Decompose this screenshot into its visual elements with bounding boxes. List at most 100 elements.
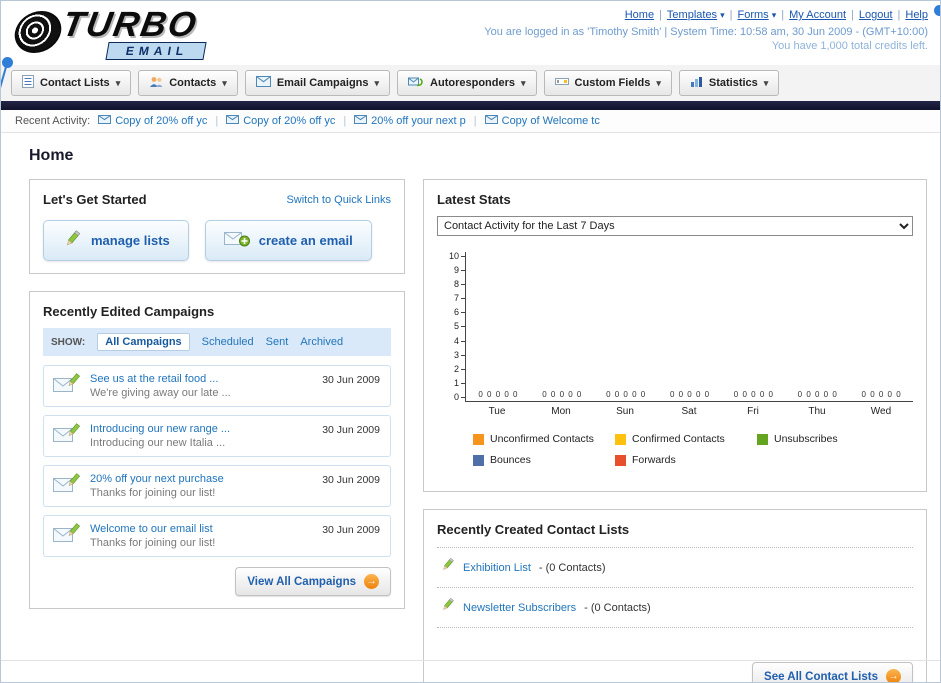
latest-stats-panel: Latest Stats Contact Activity for the La…	[423, 179, 927, 492]
chart-bar-group: 0 0 0 0 0	[542, 390, 582, 399]
recent-activity-item[interactable]: Copy of 20% off yc	[226, 115, 335, 127]
chevron-down-icon: ▾	[374, 77, 380, 88]
y-axis-tick: 3	[441, 350, 465, 360]
chevron-down-icon: ▾	[115, 77, 121, 88]
chart-x-label: Sun	[616, 406, 634, 417]
recent-activity-item[interactable]: Copy of 20% off yc	[98, 115, 207, 127]
recent-activity-link[interactable]: Copy of Welcome tc	[502, 115, 600, 127]
contact-list-item[interactable]: Exhibition List - (0 Contacts)	[437, 547, 913, 587]
pencil-icon	[439, 557, 455, 578]
top-nav: Home | Templates ▾ | Forms ▾ | My Account | Logo…	[484, 9, 928, 21]
y-axis-tick: 4	[441, 336, 465, 346]
tab-contacts[interactable]: Contacts ▾	[138, 70, 238, 96]
chart-plot: 0 0 0 0 0 0 0 0 0 0 0 0 0 0 0 0 0 0 0 0 0 0 …	[465, 252, 913, 402]
top-link-help[interactable]: Help	[905, 9, 928, 21]
envelope-pencil-icon	[53, 523, 81, 549]
chart-legend: Unconfirmed Contacts Confirmed Contacts …	[473, 433, 913, 475]
campaign-item[interactable]: 20% off your next purchase Thanks for jo…	[43, 465, 391, 507]
legend-label: Unconfirmed Contacts	[490, 433, 594, 445]
top-link-my-account[interactable]: My Account	[789, 9, 846, 21]
recent-activity-item[interactable]: 20% off your next p	[354, 115, 466, 127]
create-email-button[interactable]: create an email	[204, 220, 372, 261]
campaign-item[interactable]: Introducing our new range ... Introducin…	[43, 415, 391, 457]
see-all-contact-lists-button[interactable]: See All Contact Lists →	[752, 662, 913, 683]
legend-swatch	[757, 433, 768, 445]
campaign-item[interactable]: Welcome to our email list Thanks for joi…	[43, 515, 391, 557]
campaign-date: 30 Jun 2009	[322, 424, 380, 436]
contact-list-link[interactable]: Exhibition List	[463, 562, 531, 574]
view-all-campaigns-button[interactable]: View All Campaigns →	[235, 567, 391, 596]
campaign-item[interactable]: See us at the retail food ... We're givi…	[43, 365, 391, 407]
latest-stats-title: Latest Stats	[437, 192, 511, 207]
legend-label: Bounces	[490, 454, 531, 466]
top-link-forms[interactable]: Forms	[738, 9, 769, 21]
tab-statistics[interactable]: Statistics ▾	[678, 70, 780, 96]
logo-antenna-dot-icon	[2, 57, 13, 68]
top-link-home[interactable]: Home	[625, 9, 654, 21]
campaign-subtitle: We're giving away our late ...	[90, 387, 231, 399]
switch-quick-links-link[interactable]: Switch to Quick Links	[286, 194, 391, 206]
chart-x-label: Wed	[870, 406, 892, 417]
stats-period-select[interactable]: Contact Activity for the Last 7 Days	[437, 216, 913, 236]
legend-label: Unsubscribes	[774, 433, 838, 445]
header: TURBO EMAIL Home | Templates ▾ | Forms ▾ | My …	[1, 1, 940, 65]
statistics-icon	[690, 76, 703, 91]
contacts-icon	[149, 76, 163, 91]
envelope-pencil-icon	[53, 423, 81, 449]
y-axis-tick: 5	[441, 322, 465, 331]
legend-item: Forwards	[615, 454, 757, 466]
chart-x-label: Sat	[681, 406, 697, 417]
campaign-date: 30 Jun 2009	[322, 524, 380, 536]
contact-list-count: - (0 Contacts)	[538, 561, 606, 574]
top-link-templates[interactable]: Templates	[667, 9, 717, 21]
legend-item: Confirmed Contacts	[615, 433, 757, 445]
filter-scheduled[interactable]: Scheduled	[202, 336, 254, 348]
tab-email-campaigns[interactable]: Email Campaigns ▾	[244, 70, 391, 96]
tab-label: Statistics	[708, 77, 758, 89]
campaign-title-link[interactable]: See us at the retail food ...	[90, 373, 231, 385]
contact-list-item[interactable]: Newsletter Subscribers - (0 Contacts)	[437, 587, 913, 628]
envelope-icon	[484, 115, 498, 127]
tab-contact-lists[interactable]: Contact Lists ▾	[11, 70, 132, 96]
campaign-title-link[interactable]: Introducing our new range ...	[90, 423, 230, 435]
filter-archived[interactable]: Archived	[300, 336, 343, 348]
campaign-title-link[interactable]: Welcome to our email list	[90, 523, 215, 535]
see-all-contact-lists-label: See All Contact Lists	[764, 670, 878, 683]
separator: |	[897, 9, 901, 21]
top-link-logout[interactable]: Logout	[859, 9, 893, 21]
get-started-title: Let's Get Started	[43, 192, 147, 207]
legend-item: Unconfirmed Contacts	[473, 433, 615, 445]
recent-activity-link[interactable]: Copy of 20% off yc	[243, 115, 335, 127]
left-column: Let's Get Started Switch to Quick Links …	[29, 179, 405, 626]
recent-activity-link[interactable]: Copy of 20% off yc	[115, 115, 207, 127]
contact-list-link[interactable]: Newsletter Subscribers	[463, 602, 576, 614]
envelope-icon	[354, 115, 368, 127]
tab-custom-fields[interactable]: Custom Fields ▾	[543, 70, 672, 96]
y-axis-tick: 9	[441, 266, 465, 275]
chart-x-label: Mon	[551, 406, 571, 417]
recent-activity-bar: Recent Activity: Copy of 20% off yc | Co…	[1, 110, 940, 133]
tab-label: Contacts	[169, 77, 217, 89]
chart-bar-group: 0 0 0 0 0	[797, 390, 837, 399]
chevron-down-icon: ▾	[521, 77, 526, 88]
manage-lists-button[interactable]: manage lists	[43, 220, 189, 261]
header-right: Home | Templates ▾ | Forms ▾ | My Account | Logo…	[484, 7, 928, 63]
logo-text-email: EMAIL	[105, 42, 207, 60]
y-axis-tick: 7	[441, 294, 465, 303]
credits-text: You have 1,000 total credits left.	[771, 40, 928, 52]
recent-activity-link[interactable]: 20% off your next p	[371, 115, 466, 127]
chevron-down-icon: ▾	[222, 77, 227, 88]
campaign-subtitle: Thanks for joining our list!	[90, 487, 216, 499]
filter-all-campaigns[interactable]: All Campaigns	[97, 333, 190, 351]
recent-activity-item[interactable]: Copy of Welcome tc	[484, 115, 600, 127]
campaign-date: 30 Jun 2009	[322, 374, 380, 386]
email-campaigns-icon	[255, 76, 271, 90]
main-content: Home Let's Get Started Switch to Quick L…	[1, 133, 940, 683]
filter-sent[interactable]: Sent	[266, 336, 289, 348]
manage-lists-label: manage lists	[91, 233, 170, 248]
app-window: TURBO EMAIL Home | Templates ▾ | Forms ▾ | My …	[0, 0, 941, 683]
chevron-down-icon: ▾	[763, 77, 769, 88]
y-axis-tick: 6	[441, 308, 465, 317]
campaign-title-link[interactable]: 20% off your next purchase	[90, 473, 224, 485]
tab-autoresponders[interactable]: Autoresponders ▾	[397, 70, 537, 96]
